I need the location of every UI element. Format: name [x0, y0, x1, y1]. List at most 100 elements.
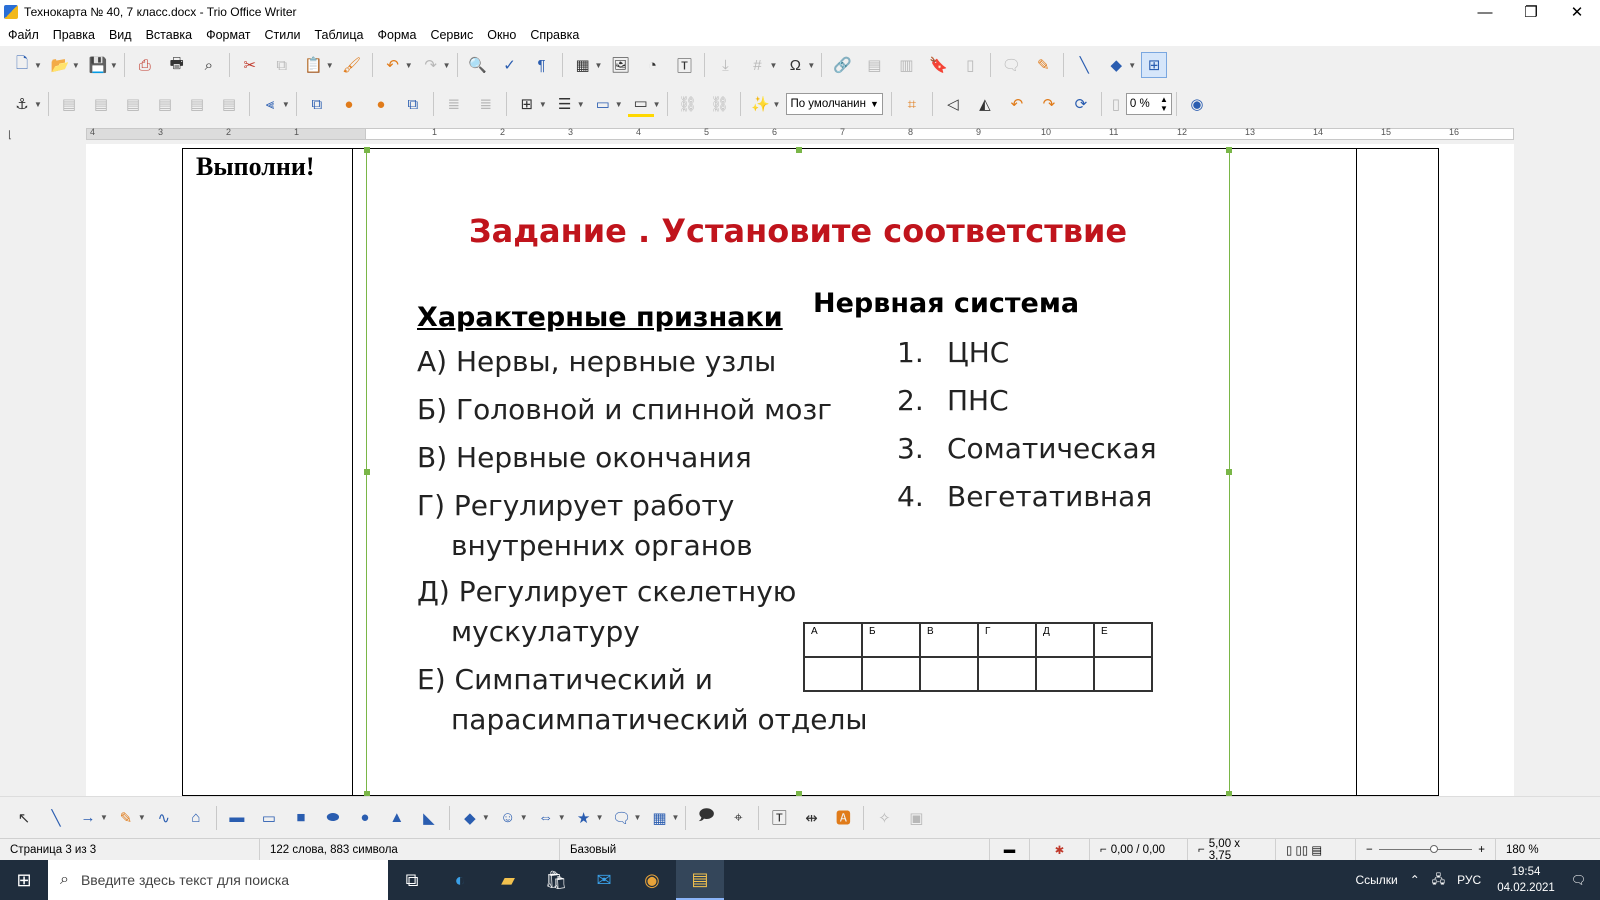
points-icon[interactable]: ⌖	[725, 805, 751, 831]
line-icon[interactable]: ╲	[43, 805, 69, 831]
open-folder-icon[interactable]: 📂	[47, 52, 73, 78]
crop-icon[interactable]: ⌗	[899, 91, 925, 117]
notifications-icon[interactable]: 🗨	[1571, 873, 1586, 887]
zoom-out-icon[interactable]: −	[1366, 844, 1373, 856]
insert-textbox-icon[interactable]: 🅃	[671, 52, 697, 78]
block-arrows-icon[interactable]: ⇔	[533, 805, 559, 831]
chevron-down-icon[interactable]: ▼	[72, 61, 80, 70]
wrap-right-icon[interactable]: ▤	[184, 91, 210, 117]
store-icon[interactable]: 🛍	[532, 860, 580, 900]
wrap-optimal-icon[interactable]: ▤	[120, 91, 146, 117]
clock[interactable]: 19:54 04.02.2021	[1497, 864, 1555, 896]
spellcheck-icon[interactable]: ✓	[497, 52, 523, 78]
menu-help[interactable]: Справка	[530, 28, 579, 42]
flip-horizontal-icon[interactable]: ◭	[972, 91, 998, 117]
chevron-down-icon[interactable]: ▼	[807, 61, 815, 70]
input-language[interactable]: РУС	[1457, 873, 1481, 887]
taskbar-search[interactable]: ⌕ Введите здесь текст для поиска	[48, 860, 388, 900]
resize-handle[interactable]	[364, 147, 370, 153]
diamond-shape-icon[interactable]: ◆	[457, 805, 483, 831]
chevron-down-icon[interactable]: ▼	[539, 100, 547, 109]
trio-writer-taskbar-icon[interactable]: ▤	[676, 860, 724, 900]
borders-icon[interactable]: ⊞	[514, 91, 540, 117]
chevron-down-icon[interactable]: ▼	[282, 100, 290, 109]
rotate-left-icon[interactable]: ↶	[1004, 91, 1030, 117]
task-view-icon[interactable]: ⧉	[388, 860, 436, 900]
bookmark-icon[interactable]: 🔖	[925, 52, 951, 78]
ellipse-icon[interactable]: ⬬	[320, 805, 346, 831]
to-background-icon[interactable]: ≣	[473, 91, 499, 117]
footnote-icon[interactable]: ▤	[861, 52, 887, 78]
arrow-line-icon[interactable]: →	[75, 805, 101, 831]
cut-icon[interactable]: ✂	[237, 52, 263, 78]
chevron-down-icon[interactable]: ▼	[326, 61, 334, 70]
special-character-icon[interactable]: Ω	[782, 52, 808, 78]
chevron-down-icon[interactable]: ▼	[653, 100, 661, 109]
zoom-in-icon[interactable]: +	[1478, 844, 1485, 856]
rectangle-icon[interactable]: ▬	[224, 805, 250, 831]
zoom-slider-track[interactable]	[1378, 845, 1473, 853]
mail-icon[interactable]: ✉	[580, 860, 628, 900]
wrap-through-icon[interactable]: ▤	[216, 91, 242, 117]
resize-handle[interactable]	[1226, 147, 1232, 153]
page-style[interactable]: Базовый	[560, 838, 990, 861]
image-filter-icon[interactable]: ✨	[748, 91, 774, 117]
page-count[interactable]: Страница 3 из 3	[0, 838, 260, 861]
network-icon[interactable]: 🖧	[1432, 870, 1445, 891]
endnote-icon[interactable]: ▥	[893, 52, 919, 78]
chevron-down-icon[interactable]: ▼	[773, 100, 781, 109]
links-toolbar[interactable]: Ссылки	[1355, 873, 1397, 887]
chevron-down-icon[interactable]: ▼	[443, 61, 451, 70]
chevron-up-icon[interactable]: ⌃	[1410, 873, 1420, 887]
chevron-down-icon[interactable]: ▼	[577, 100, 585, 109]
menu-table[interactable]: Таблица	[314, 28, 363, 42]
resize-handle[interactable]	[1226, 469, 1232, 475]
wrap-off-icon[interactable]: ▤	[56, 91, 82, 117]
embedded-slide-image[interactable]: Задание . Установите соответствие Характ…	[364, 147, 1232, 796]
rounded-rectangle-icon[interactable]: ▭	[256, 805, 282, 831]
menu-file[interactable]: Файл	[8, 28, 39, 42]
stars-icon[interactable]: ★	[571, 805, 597, 831]
border-color-icon[interactable]: ▭	[590, 91, 616, 117]
formatting-marks-icon[interactable]: ¶	[529, 52, 555, 78]
document-area[interactable]: Выполни! Задание . Установите соответств…	[0, 144, 1600, 796]
chevron-down-icon[interactable]: ▼	[110, 61, 118, 70]
chevron-down-icon[interactable]: ▼	[482, 813, 490, 822]
windows-start-icon[interactable]: ⊞	[0, 860, 48, 900]
chevron-down-icon[interactable]: ▼	[34, 100, 42, 109]
insert-table-icon[interactable]: ▦	[570, 52, 596, 78]
rotate-right-icon[interactable]: ↷	[1036, 91, 1062, 117]
document-modified-icon[interactable]: ✱	[1030, 838, 1090, 861]
chevron-down-icon[interactable]: ▼	[34, 61, 42, 70]
anchor-icon[interactable]: ⚓	[9, 91, 35, 117]
send-to-back-icon[interactable]: ⧉	[400, 91, 426, 117]
insert-callout-icon[interactable]: 🗩	[693, 805, 719, 831]
close-button[interactable]: ✕	[1554, 0, 1600, 24]
new-document-icon[interactable]: 🗋	[9, 52, 35, 78]
image-mode-select[interactable]: По умолчанин ▼	[786, 93, 883, 115]
zoom-slider[interactable]: − +	[1356, 838, 1496, 861]
minimize-button[interactable]: —	[1462, 0, 1508, 24]
chevron-down-icon[interactable]: ▼	[634, 813, 642, 822]
copy-icon[interactable]: ⧉	[269, 52, 295, 78]
zoom-level[interactable]: 180 %	[1496, 839, 1549, 861]
spin-arrows-icon[interactable]: ▲ ▼	[1160, 95, 1168, 113]
menu-format[interactable]: Формат	[206, 28, 250, 42]
menu-styles[interactable]: Стили	[264, 28, 300, 42]
backward-one-icon[interactable]: ●	[368, 91, 394, 117]
forward-one-icon[interactable]: ●	[336, 91, 362, 117]
draw-functions-icon[interactable]: ⊞	[1141, 52, 1168, 78]
3d-objects-icon[interactable]: ▣	[903, 805, 929, 831]
file-explorer-icon[interactable]: ▰	[484, 860, 532, 900]
right-triangle-icon[interactable]: ◣	[416, 805, 442, 831]
horizontal-ruler[interactable]: ⌊ 4 3 2 1 1 2 3 4 5 6 7 8 9 10 11 12 13 …	[0, 124, 1600, 144]
hyperlink-icon[interactable]: 🔗	[829, 52, 855, 78]
vertical-text-icon[interactable]: ⇹	[798, 805, 824, 831]
wrap-page-icon[interactable]: ▤	[88, 91, 114, 117]
flip-vertical-icon[interactable]: ◁	[940, 91, 966, 117]
save-icon[interactable]: 💾	[85, 52, 111, 78]
insert-image-icon[interactable]: 🖼	[607, 52, 633, 78]
circle-icon[interactable]: ●	[352, 805, 378, 831]
image-properties-icon[interactable]: ◉	[1184, 91, 1210, 117]
line-icon[interactable]: ╲	[1071, 52, 1097, 78]
